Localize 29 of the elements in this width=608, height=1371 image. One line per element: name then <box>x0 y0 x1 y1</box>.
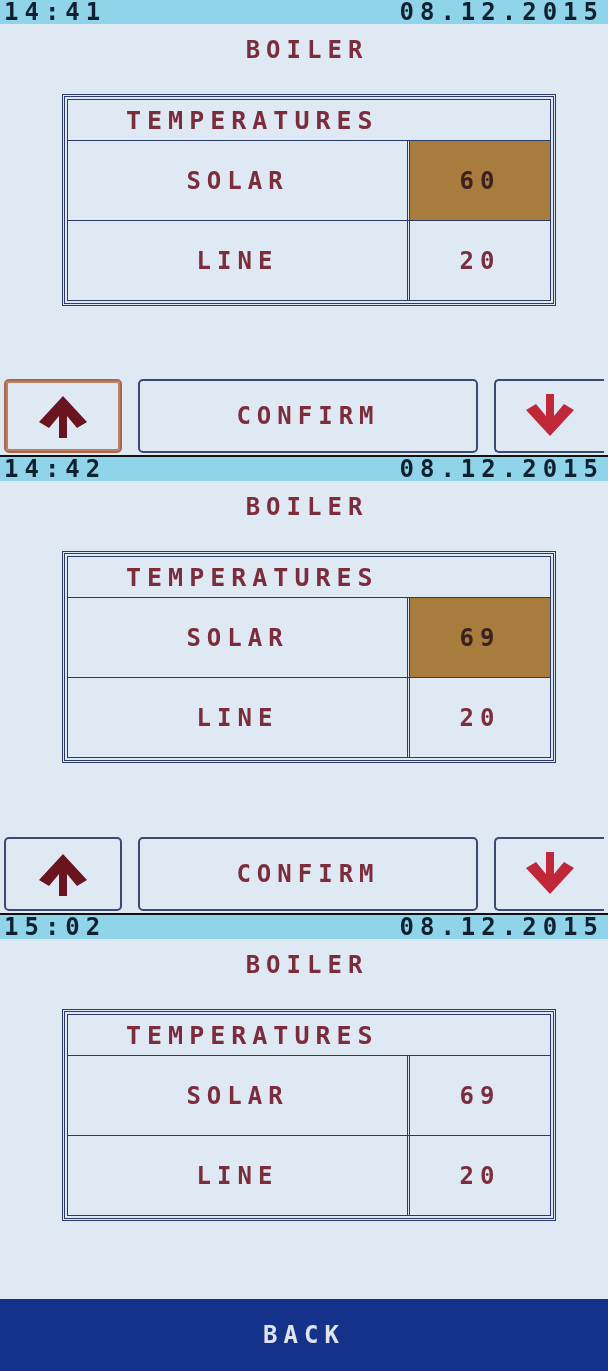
value-cell[interactable]: 60 <box>410 141 550 220</box>
down-button[interactable] <box>494 837 604 911</box>
table-heading: TEMPERATURES <box>67 1014 551 1056</box>
screen-title: BOILER <box>244 493 369 521</box>
value-cell[interactable]: 69 <box>410 1056 550 1135</box>
value-cell[interactable]: 20 <box>410 1136 550 1215</box>
up-button[interactable] <box>4 837 122 911</box>
row-label: LINE <box>68 678 410 757</box>
value-cell[interactable]: 20 <box>410 221 550 300</box>
confirm-button[interactable]: CONFIRM <box>138 379 478 453</box>
date: 08.12.2015 <box>399 0 604 26</box>
screen-title: BOILER <box>244 36 369 64</box>
value-cell[interactable]: 69 <box>410 598 550 677</box>
clock-time: 14:41 <box>4 0 107 26</box>
date: 08.12.2015 <box>399 913 604 941</box>
row-label: LINE <box>68 221 410 300</box>
row-label: LINE <box>68 1136 410 1215</box>
back-button[interactable]: BACK <box>0 1299 608 1371</box>
up-button[interactable] <box>4 379 122 453</box>
date: 08.12.2015 <box>399 455 604 483</box>
screen-title: BOILER <box>244 951 369 979</box>
confirm-button[interactable]: CONFIRM <box>138 837 478 911</box>
clock-time: 14:42 <box>4 455 107 483</box>
down-button[interactable] <box>494 379 604 453</box>
clock-time: 15:02 <box>4 913 107 941</box>
row-label: SOLAR <box>68 1056 410 1135</box>
table-heading: TEMPERATURES <box>67 99 551 141</box>
table-heading: TEMPERATURES <box>67 556 551 598</box>
value-cell[interactable]: 20 <box>410 678 550 757</box>
